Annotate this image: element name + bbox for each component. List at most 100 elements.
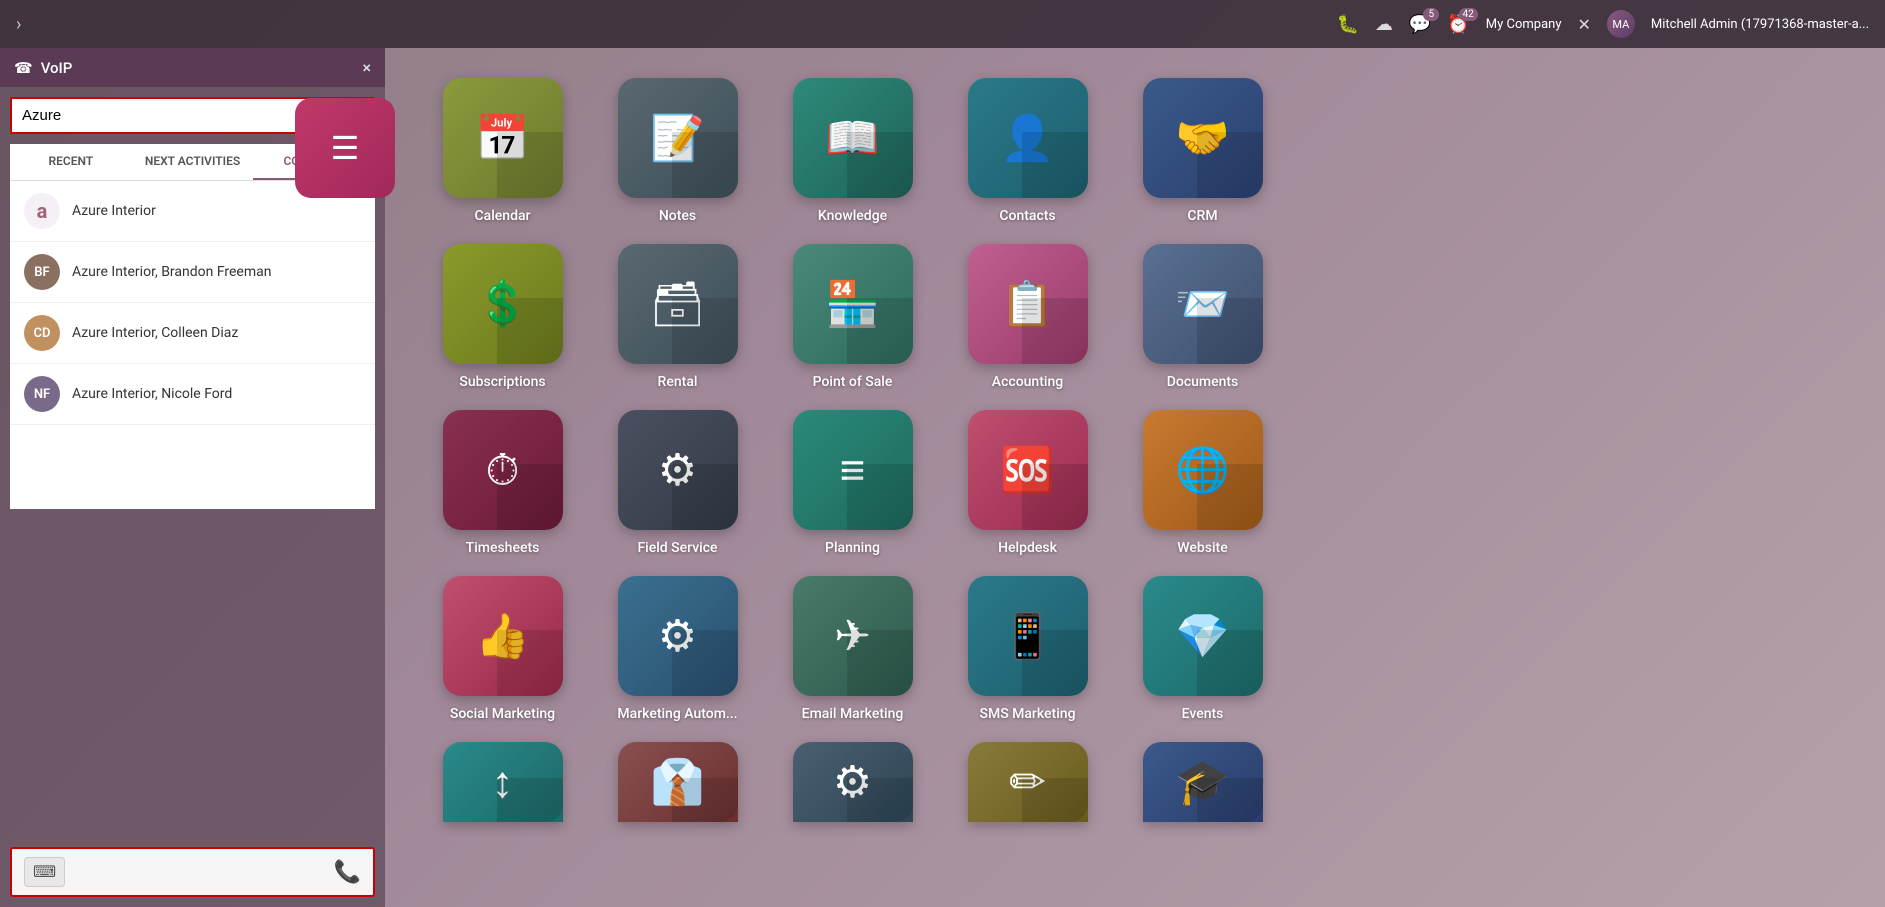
app-label: Point of Sale: [813, 374, 893, 390]
list-item[interactable]: BF Azure Interior, Brandon Freeman: [10, 242, 375, 303]
voip-title-group: ☎ VoIP: [14, 59, 72, 77]
chat-notification[interactable]: 💬 5: [1409, 14, 1431, 35]
voip-header: ☎ VoIP ×: [0, 48, 385, 87]
app-email-marketing[interactable]: ✈ Email Marketing: [775, 576, 930, 722]
app-marketing-auto[interactable]: ⚙ Marketing Autom...: [600, 576, 755, 722]
app-subscriptions[interactable]: 💲 Subscriptions: [425, 244, 580, 390]
app-notes[interactable]: 📝 Notes: [600, 78, 755, 224]
activity-notification[interactable]: ⏰ 42: [1447, 14, 1469, 35]
main-area: ☰ ☎ VoIP × 🔍 RECENT NEXT ACTIVITIES CONT…: [0, 48, 1885, 907]
contacts-icon: 👤: [968, 78, 1088, 198]
app-label: Social Marketing: [450, 706, 555, 722]
app-rental[interactable]: 🗃 Rental: [600, 244, 755, 390]
navbar: › 🐛 ☁ 💬 5 ⏰ 42 My Company ✕ MA Mitchell …: [0, 0, 1885, 48]
apps-grid: 📅 Calendar 📝 Notes 📖 Knowledge 👤 Contact…: [385, 48, 1885, 907]
app-bottom-1[interactable]: ↕: [425, 742, 580, 822]
rental-icon: 🗃: [618, 244, 738, 364]
tab-recent[interactable]: RECENT: [10, 144, 132, 180]
avatar: CD: [24, 315, 60, 351]
app-label: Helpdesk: [998, 540, 1057, 556]
navbar-right: 🐛 ☁ 💬 5 ⏰ 42 My Company ✕ MA Mitchell Ad…: [1337, 10, 1870, 38]
apps-row-5: ↕ 👔 ⚙ ✏ 🎓: [425, 742, 1845, 822]
apps-row-3: ⏱ Timesheets ⚙ Field Service ≡ Planning …: [425, 410, 1845, 556]
bottom2-icon: 👔: [618, 742, 738, 822]
app-website[interactable]: 🌐 Website: [1125, 410, 1280, 556]
app-label: SMS Marketing: [979, 706, 1075, 722]
app-documents[interactable]: 📨 Documents: [1125, 244, 1280, 390]
apps-row-4: 👍 Social Marketing ⚙ Marketing Autom... …: [425, 576, 1845, 722]
tab-next-activities[interactable]: NEXT ACTIVITIES: [132, 144, 254, 180]
app-pos[interactable]: 🏪 Point of Sale: [775, 244, 930, 390]
planning-icon: ≡: [793, 410, 913, 530]
bug-icon[interactable]: 🐛: [1337, 14, 1359, 35]
voip-search-input[interactable]: [22, 107, 341, 124]
avatar: BF: [24, 254, 60, 290]
app-label: Planning: [825, 540, 880, 556]
app-label: Marketing Autom...: [617, 706, 737, 722]
menu-toggle-icon[interactable]: ›: [16, 14, 21, 35]
app-label: Events: [1182, 706, 1224, 722]
settings-icon[interactable]: ✕: [1577, 15, 1590, 34]
contact-name: Azure Interior: [72, 203, 156, 219]
fieldservice-icon: ⚙: [618, 410, 738, 530]
app-bottom-5[interactable]: 🎓: [1125, 742, 1280, 822]
app-label: Notes: [659, 208, 696, 224]
app-label: Field Service: [637, 540, 717, 556]
avatar: a: [24, 193, 60, 229]
app-helpdesk[interactable]: 🆘 Helpdesk: [950, 410, 1105, 556]
list-item[interactable]: CD Azure Interior, Colleen Diaz: [10, 303, 375, 364]
contact-name: Azure Interior, Colleen Diaz: [72, 325, 238, 341]
app-contacts[interactable]: 👤 Contacts: [950, 78, 1105, 224]
contact-name: Azure Interior, Brandon Freeman: [72, 264, 271, 280]
bottom1-icon: ↕: [443, 742, 563, 822]
app-label: Subscriptions: [459, 374, 545, 390]
app-bottom-2[interactable]: 👔: [600, 742, 755, 822]
company-name[interactable]: My Company: [1486, 17, 1562, 32]
voip-close-button[interactable]: ×: [362, 58, 371, 77]
contact-name: Azure Interior, Nicole Ford: [72, 386, 232, 402]
app-calendar[interactable]: 📅 Calendar: [425, 78, 580, 224]
voip-results-list: a Azure Interior BF Azure Interior, Bran…: [10, 181, 375, 509]
hamburger-icon: ☰: [331, 129, 360, 167]
list-item[interactable]: NF Azure Interior, Nicole Ford: [10, 364, 375, 425]
upload-icon[interactable]: ☁: [1375, 14, 1393, 35]
app-timesheets[interactable]: ⏱ Timesheets: [425, 410, 580, 556]
pos-icon: 🏪: [793, 244, 913, 364]
avatar[interactable]: MA: [1607, 10, 1635, 38]
crm-icon: 🤝: [1143, 78, 1263, 198]
app-label: CRM: [1187, 208, 1217, 224]
voip-panel: ☰ ☎ VoIP × 🔍 RECENT NEXT ACTIVITIES CONT…: [0, 48, 385, 907]
app-planning[interactable]: ≡ Planning: [775, 410, 930, 556]
marketing-auto-icon: ⚙: [618, 576, 738, 696]
app-sms-marketing[interactable]: 📱 SMS Marketing: [950, 576, 1105, 722]
notes-icon: 📝: [618, 78, 738, 198]
app-events[interactable]: 💎 Events: [1125, 576, 1280, 722]
bottom5-icon: 🎓: [1143, 742, 1263, 822]
email-marketing-icon: ✈: [793, 576, 913, 696]
website-icon: 🌐: [1143, 410, 1263, 530]
app-bottom-4[interactable]: ✏: [950, 742, 1105, 822]
app-bottom-3[interactable]: ⚙: [775, 742, 930, 822]
company-logo-icon: a: [37, 199, 48, 223]
app-label: Documents: [1167, 374, 1239, 390]
social-marketing-icon: 👍: [443, 576, 563, 696]
app-knowledge[interactable]: 📖 Knowledge: [775, 78, 930, 224]
helpdesk-icon: 🆘: [968, 410, 1088, 530]
call-button[interactable]: 📞: [334, 860, 361, 885]
navbar-left: ›: [16, 14, 21, 35]
app-crm[interactable]: 🤝 CRM: [1125, 78, 1280, 224]
username[interactable]: Mitchell Admin (17971368-master-a...: [1651, 17, 1869, 32]
keyboard-button[interactable]: ⌨: [24, 857, 65, 887]
app-accounting[interactable]: 📋 Accounting: [950, 244, 1105, 390]
app-label: Calendar: [475, 208, 531, 224]
apps-row-2: 💲 Subscriptions 🗃 Rental 🏪 Point of Sale…: [425, 244, 1845, 390]
app-fieldservice[interactable]: ⚙ Field Service: [600, 410, 755, 556]
voip-title: VoIP: [41, 59, 73, 77]
accounting-icon: 📋: [968, 244, 1088, 364]
app-label: Rental: [658, 374, 698, 390]
app-label: Timesheets: [466, 540, 540, 556]
apps-row-1: 📅 Calendar 📝 Notes 📖 Knowledge 👤 Contact…: [425, 78, 1845, 224]
app-social-marketing[interactable]: 👍 Social Marketing: [425, 576, 580, 722]
avatar: NF: [24, 376, 60, 412]
app-label: Knowledge: [818, 208, 887, 224]
